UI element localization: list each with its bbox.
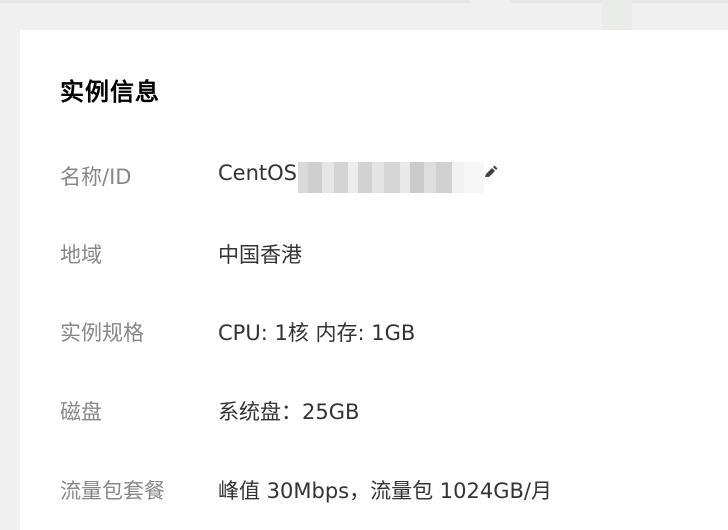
- instance-info-card: 实例信息 名称/ID CentOS 地域 中国香港 实例规格 CPU: 1核 内…: [20, 30, 728, 530]
- info-row-traffic: 流量包套餐 峰值 30Mbps，流量包 1024GB/月: [60, 475, 700, 505]
- background-top-strip: [0, 0, 728, 30]
- spec-value: CPU: 1核 内存: 1GB: [218, 321, 416, 345]
- disk-value: 系统盘：25GB: [218, 400, 360, 424]
- info-row-name-id: 名称/ID CentOS: [60, 161, 700, 193]
- background-block: [602, 0, 632, 30]
- card-title: 实例信息: [60, 78, 160, 106]
- traffic-value: 峰值 30Mbps，流量包 1024GB/月: [218, 479, 552, 503]
- row-label: 名称/ID: [60, 165, 132, 189]
- region-value: 中国香港: [218, 243, 302, 267]
- row-label: 磁盘: [60, 400, 102, 424]
- pencil-icon[interactable]: [482, 165, 498, 179]
- instance-name-value: CentOS: [218, 161, 498, 193]
- info-row-disk: 磁盘 系统盘：25GB: [60, 396, 700, 426]
- redacted-instance-id: [298, 162, 484, 193]
- info-row-spec: 实例规格 CPU: 1核 内存: 1GB: [60, 317, 700, 347]
- instance-name-text: CentOS: [218, 161, 297, 185]
- row-label: 实例规格: [60, 321, 144, 345]
- row-label: 地域: [60, 243, 102, 267]
- row-label: 流量包套餐: [60, 479, 165, 503]
- info-row-region: 地域 中国香港: [60, 239, 700, 269]
- background-panel-edge: [0, 0, 470, 3]
